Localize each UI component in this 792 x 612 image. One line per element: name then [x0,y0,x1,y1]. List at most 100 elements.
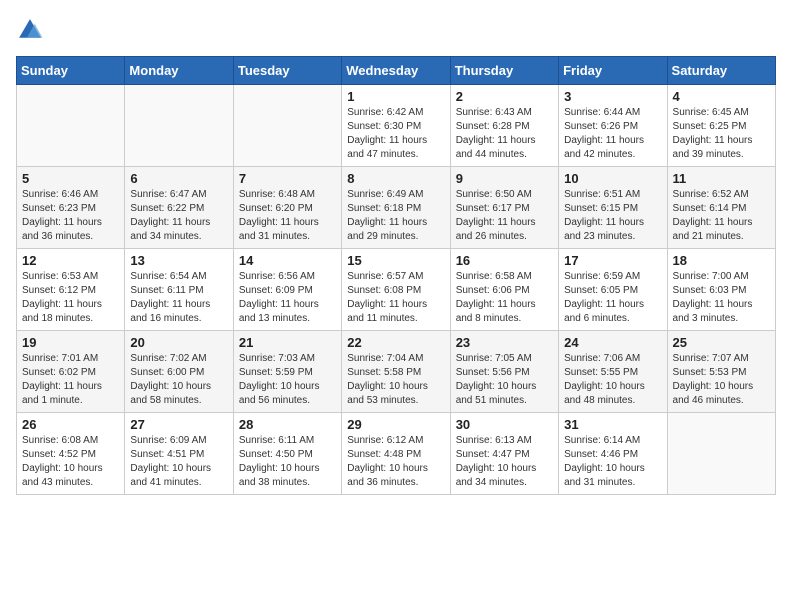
day-number: 11 [673,171,770,186]
day-header-friday: Friday [559,57,667,85]
calendar-cell: 17 Sunrise: 6:59 AM Sunset: 6:05 PM Dayli… [559,249,667,331]
day-info: Sunrise: 7:07 AM Sunset: 5:53 PM Dayligh… [673,352,770,408]
calendar-cell: 26 Sunrise: 6:08 AM Sunset: 4:52 PM Dayli… [17,413,125,495]
calendar-body: 1 Sunrise: 6:42 AM Sunset: 6:30 PM Daylig… [17,85,776,495]
day-header-monday: Monday [125,57,233,85]
calendar-cell: 16Sunrise: 6:58 AM Sunset: 6:06 PM Dayli… [450,249,558,331]
calendar-cell: 4 Sunrise: 6:45 AM Sunset: 6:25 PM Daylig… [667,85,775,167]
week-row-2: 5 Sunrise: 6:46 AM Sunset: 6:23 PM Daylig… [17,167,776,249]
day-header-saturday: Saturday [667,57,775,85]
day-number: 18 [673,253,770,268]
day-number: 7 [239,171,336,186]
day-info: Sunrise: 6:49 AM Sunset: 6:18 PM Dayligh… [347,188,444,244]
calendar-cell: 18Sunrise: 7:00 AM Sunset: 6:03 PM Dayli… [667,249,775,331]
day-number: 5 [22,171,119,186]
calendar-cell: 6Sunrise: 6:47 AM Sunset: 6:22 PM Daylig… [125,167,233,249]
day-info: Sunrise: 6:14 AM Sunset: 4:46 PM Dayligh… [564,434,661,490]
day-info: Sunrise: 6:56 AM Sunset: 6:09 PM Dayligh… [239,270,336,326]
calendar-cell: 12 Sunrise: 6:53 AM Sunset: 6:12 PM Dayli… [17,249,125,331]
day-number: 6 [130,171,227,186]
day-info: Sunrise: 7:04 AM Sunset: 5:58 PM Dayligh… [347,352,444,408]
day-number: 28 [239,417,336,432]
day-info: Sunrise: 6:48 AM Sunset: 6:20 PM Dayligh… [239,188,336,244]
day-info: Sunrise: 6:46 AM Sunset: 6:23 PM Dayligh… [22,188,119,244]
day-number: 14 [239,253,336,268]
calendar-cell: 22Sunrise: 7:04 AM Sunset: 5:58 PM Dayli… [342,331,450,413]
logo [16,16,48,44]
day-number: 3 [564,89,661,104]
day-number: 23 [456,335,553,350]
day-number: 20 [130,335,227,350]
day-header-tuesday: Tuesday [233,57,341,85]
calendar-cell: 21 Sunrise: 7:03 AM Sunset: 5:59 PM Dayli… [233,331,341,413]
day-number: 31 [564,417,661,432]
calendar-cell: 15Sunrise: 6:57 AM Sunset: 6:08 PM Dayli… [342,249,450,331]
day-info: Sunrise: 6:52 AM Sunset: 6:14 PM Dayligh… [673,188,770,244]
day-info: Sunrise: 6:08 AM Sunset: 4:52 PM Dayligh… [22,434,119,490]
day-info: Sunrise: 7:01 AM Sunset: 6:02 PM Dayligh… [22,352,119,408]
day-number: 19 [22,335,119,350]
calendar-cell: 25 Sunrise: 7:07 AM Sunset: 5:53 PM Dayli… [667,331,775,413]
calendar-cell: 3 Sunrise: 6:44 AM Sunset: 6:26 PM Daylig… [559,85,667,167]
logo-icon [16,16,44,44]
day-number: 12 [22,253,119,268]
days-of-week-row: SundayMondayTuesdayWednesdayThursdayFrid… [17,57,776,85]
calendar-cell [17,85,125,167]
day-number: 21 [239,335,336,350]
day-number: 4 [673,89,770,104]
calendar-cell: 9 Sunrise: 6:50 AM Sunset: 6:17 PM Daylig… [450,167,558,249]
day-number: 15 [347,253,444,268]
calendar-cell: 24Sunrise: 7:06 AM Sunset: 5:55 PM Dayli… [559,331,667,413]
day-info: Sunrise: 6:53 AM Sunset: 6:12 PM Dayligh… [22,270,119,326]
day-header-sunday: Sunday [17,57,125,85]
calendar-cell: 8Sunrise: 6:49 AM Sunset: 6:18 PM Daylig… [342,167,450,249]
week-row-1: 1 Sunrise: 6:42 AM Sunset: 6:30 PM Daylig… [17,85,776,167]
week-row-4: 19 Sunrise: 7:01 AM Sunset: 6:02 PM Dayli… [17,331,776,413]
calendar-cell: 20 Sunrise: 7:02 AM Sunset: 6:00 PM Dayli… [125,331,233,413]
calendar-cell: 31 Sunrise: 6:14 AM Sunset: 4:46 PM Dayli… [559,413,667,495]
calendar-cell: 23 Sunrise: 7:05 AM Sunset: 5:56 PM Dayli… [450,331,558,413]
day-info: Sunrise: 7:02 AM Sunset: 6:00 PM Dayligh… [130,352,227,408]
day-number: 30 [456,417,553,432]
day-number: 27 [130,417,227,432]
calendar-cell [125,85,233,167]
page-header [16,16,776,44]
day-info: Sunrise: 6:45 AM Sunset: 6:25 PM Dayligh… [673,106,770,162]
day-info: Sunrise: 6:12 AM Sunset: 4:48 PM Dayligh… [347,434,444,490]
calendar-cell: 2Sunrise: 6:43 AM Sunset: 6:28 PM Daylig… [450,85,558,167]
calendar-cell: 28Sunrise: 6:11 AM Sunset: 4:50 PM Dayli… [233,413,341,495]
calendar-cell: 30 Sunrise: 6:13 AM Sunset: 4:47 PM Dayli… [450,413,558,495]
calendar-cell: 19 Sunrise: 7:01 AM Sunset: 6:02 PM Dayli… [17,331,125,413]
calendar-table: SundayMondayTuesdayWednesdayThursdayFrid… [16,56,776,495]
day-info: Sunrise: 6:42 AM Sunset: 6:30 PM Dayligh… [347,106,444,162]
calendar-cell: 1 Sunrise: 6:42 AM Sunset: 6:30 PM Daylig… [342,85,450,167]
day-number: 9 [456,171,553,186]
day-number: 10 [564,171,661,186]
day-header-thursday: Thursday [450,57,558,85]
day-info: Sunrise: 7:03 AM Sunset: 5:59 PM Dayligh… [239,352,336,408]
calendar-cell: 5 Sunrise: 6:46 AM Sunset: 6:23 PM Daylig… [17,167,125,249]
day-info: Sunrise: 6:58 AM Sunset: 6:06 PM Dayligh… [456,270,553,326]
day-info: Sunrise: 6:13 AM Sunset: 4:47 PM Dayligh… [456,434,553,490]
calendar-cell: 13Sunrise: 6:54 AM Sunset: 6:11 PM Dayli… [125,249,233,331]
week-row-3: 12 Sunrise: 6:53 AM Sunset: 6:12 PM Dayli… [17,249,776,331]
day-number: 26 [22,417,119,432]
calendar-cell: 10 Sunrise: 6:51 AM Sunset: 6:15 PM Dayli… [559,167,667,249]
calendar-cell: 29Sunrise: 6:12 AM Sunset: 4:48 PM Dayli… [342,413,450,495]
day-info: Sunrise: 6:59 AM Sunset: 6:05 PM Dayligh… [564,270,661,326]
day-number: 17 [564,253,661,268]
day-info: Sunrise: 6:09 AM Sunset: 4:51 PM Dayligh… [130,434,227,490]
calendar-header: SundayMondayTuesdayWednesdayThursdayFrid… [17,57,776,85]
day-info: Sunrise: 6:50 AM Sunset: 6:17 PM Dayligh… [456,188,553,244]
calendar-cell: 14 Sunrise: 6:56 AM Sunset: 6:09 PM Dayli… [233,249,341,331]
calendar-cell [233,85,341,167]
calendar-cell: 7 Sunrise: 6:48 AM Sunset: 6:20 PM Daylig… [233,167,341,249]
day-number: 13 [130,253,227,268]
day-info: Sunrise: 6:44 AM Sunset: 6:26 PM Dayligh… [564,106,661,162]
day-info: Sunrise: 7:05 AM Sunset: 5:56 PM Dayligh… [456,352,553,408]
day-header-wednesday: Wednesday [342,57,450,85]
day-number: 1 [347,89,444,104]
day-number: 2 [456,89,553,104]
day-number: 25 [673,335,770,350]
day-info: Sunrise: 6:51 AM Sunset: 6:15 PM Dayligh… [564,188,661,244]
